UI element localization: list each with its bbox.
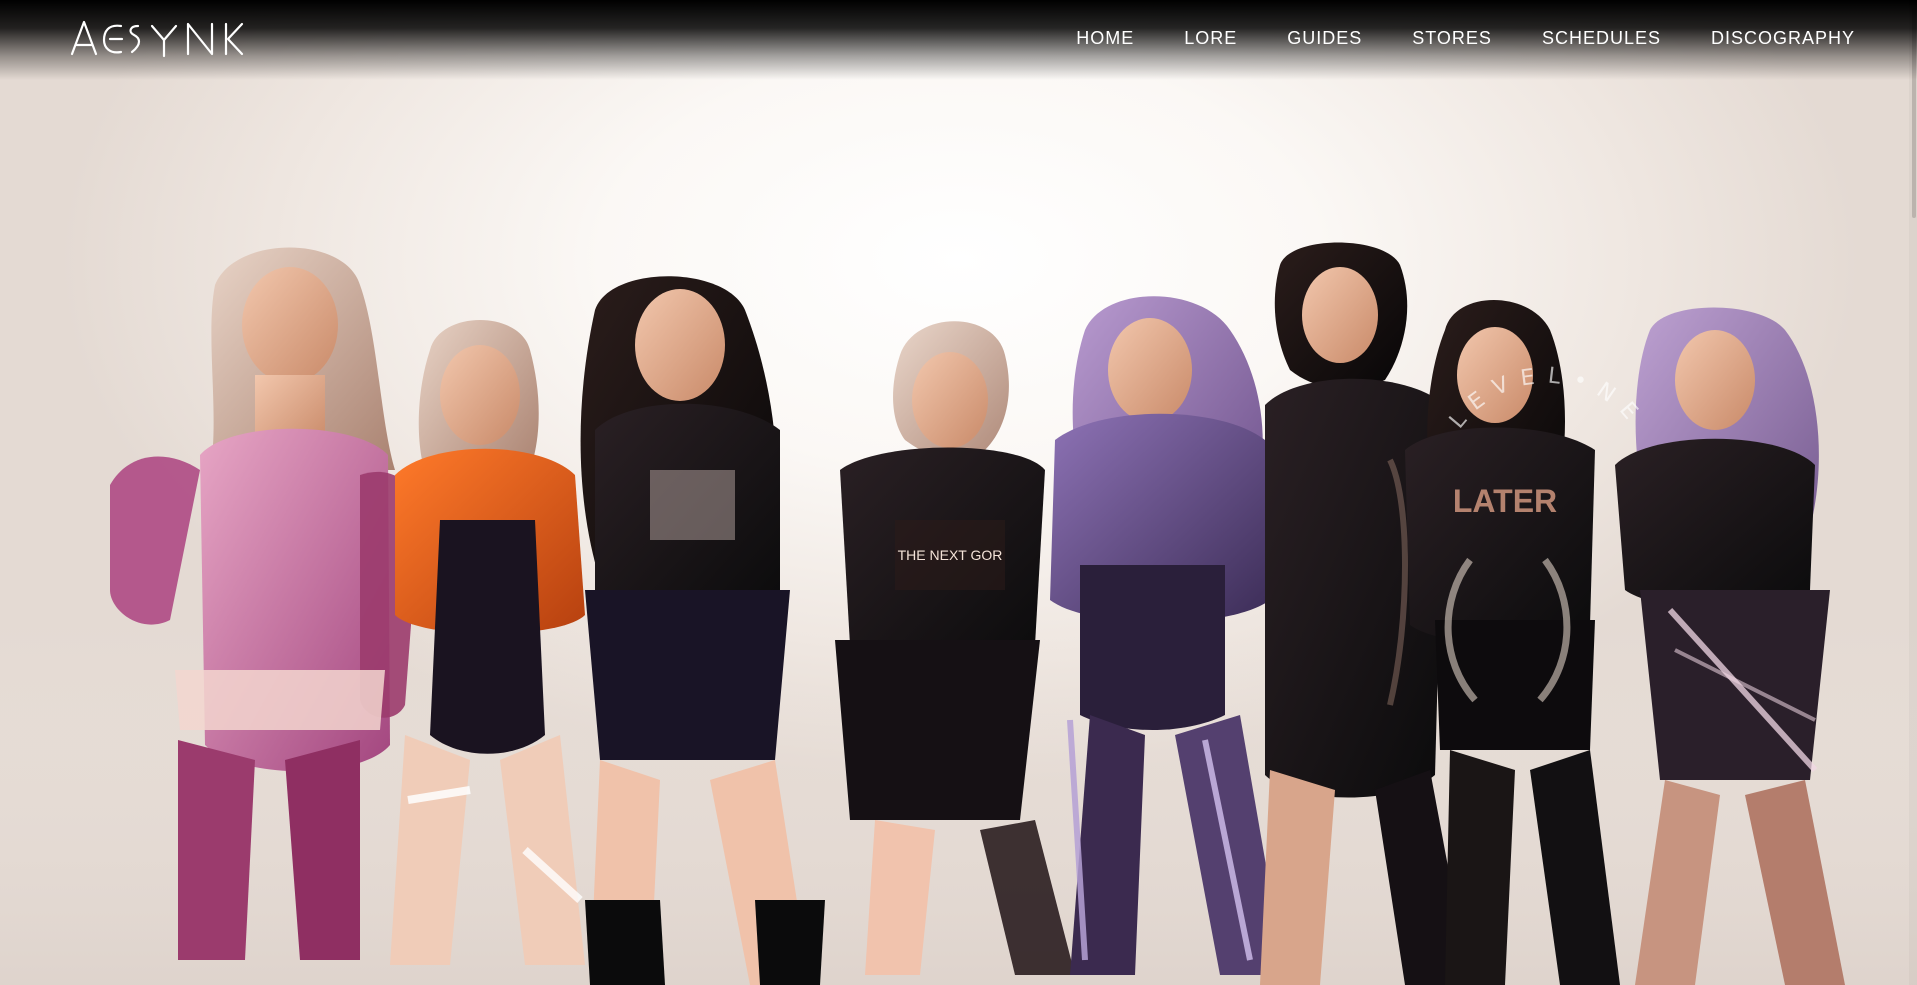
hero-image: THE NEXT GOR LATER LEVEL•NE (0, 0, 1917, 985)
nav-discography[interactable]: DISCOGRAPHY (1711, 26, 1855, 50)
brand-logo (70, 20, 244, 58)
scroll-thumb[interactable] (1912, 8, 1916, 218)
shirt-text-1: THE NEXT GOR (898, 547, 1003, 563)
site-header: HOME LORE GUIDES STORES SCHEDULES DISCOG… (0, 0, 1917, 76)
shirt-text-2: LATER (1453, 483, 1557, 519)
nav-schedules[interactable]: SCHEDULES (1542, 26, 1661, 50)
nav-guides[interactable]: GUIDES (1287, 26, 1362, 50)
nav-stores[interactable]: STORES (1412, 26, 1492, 50)
nav-lore[interactable]: LORE (1184, 26, 1237, 50)
page-scrollbar[interactable] (1909, 0, 1917, 985)
main-nav: HOME LORE GUIDES STORES SCHEDULES DISCOG… (1076, 26, 1855, 50)
hero-group-photo: THE NEXT GOR LATER LEVEL•NE (0, 0, 1917, 985)
brand-logo-link[interactable] (66, 14, 248, 64)
nav-home[interactable]: HOME (1076, 26, 1134, 50)
